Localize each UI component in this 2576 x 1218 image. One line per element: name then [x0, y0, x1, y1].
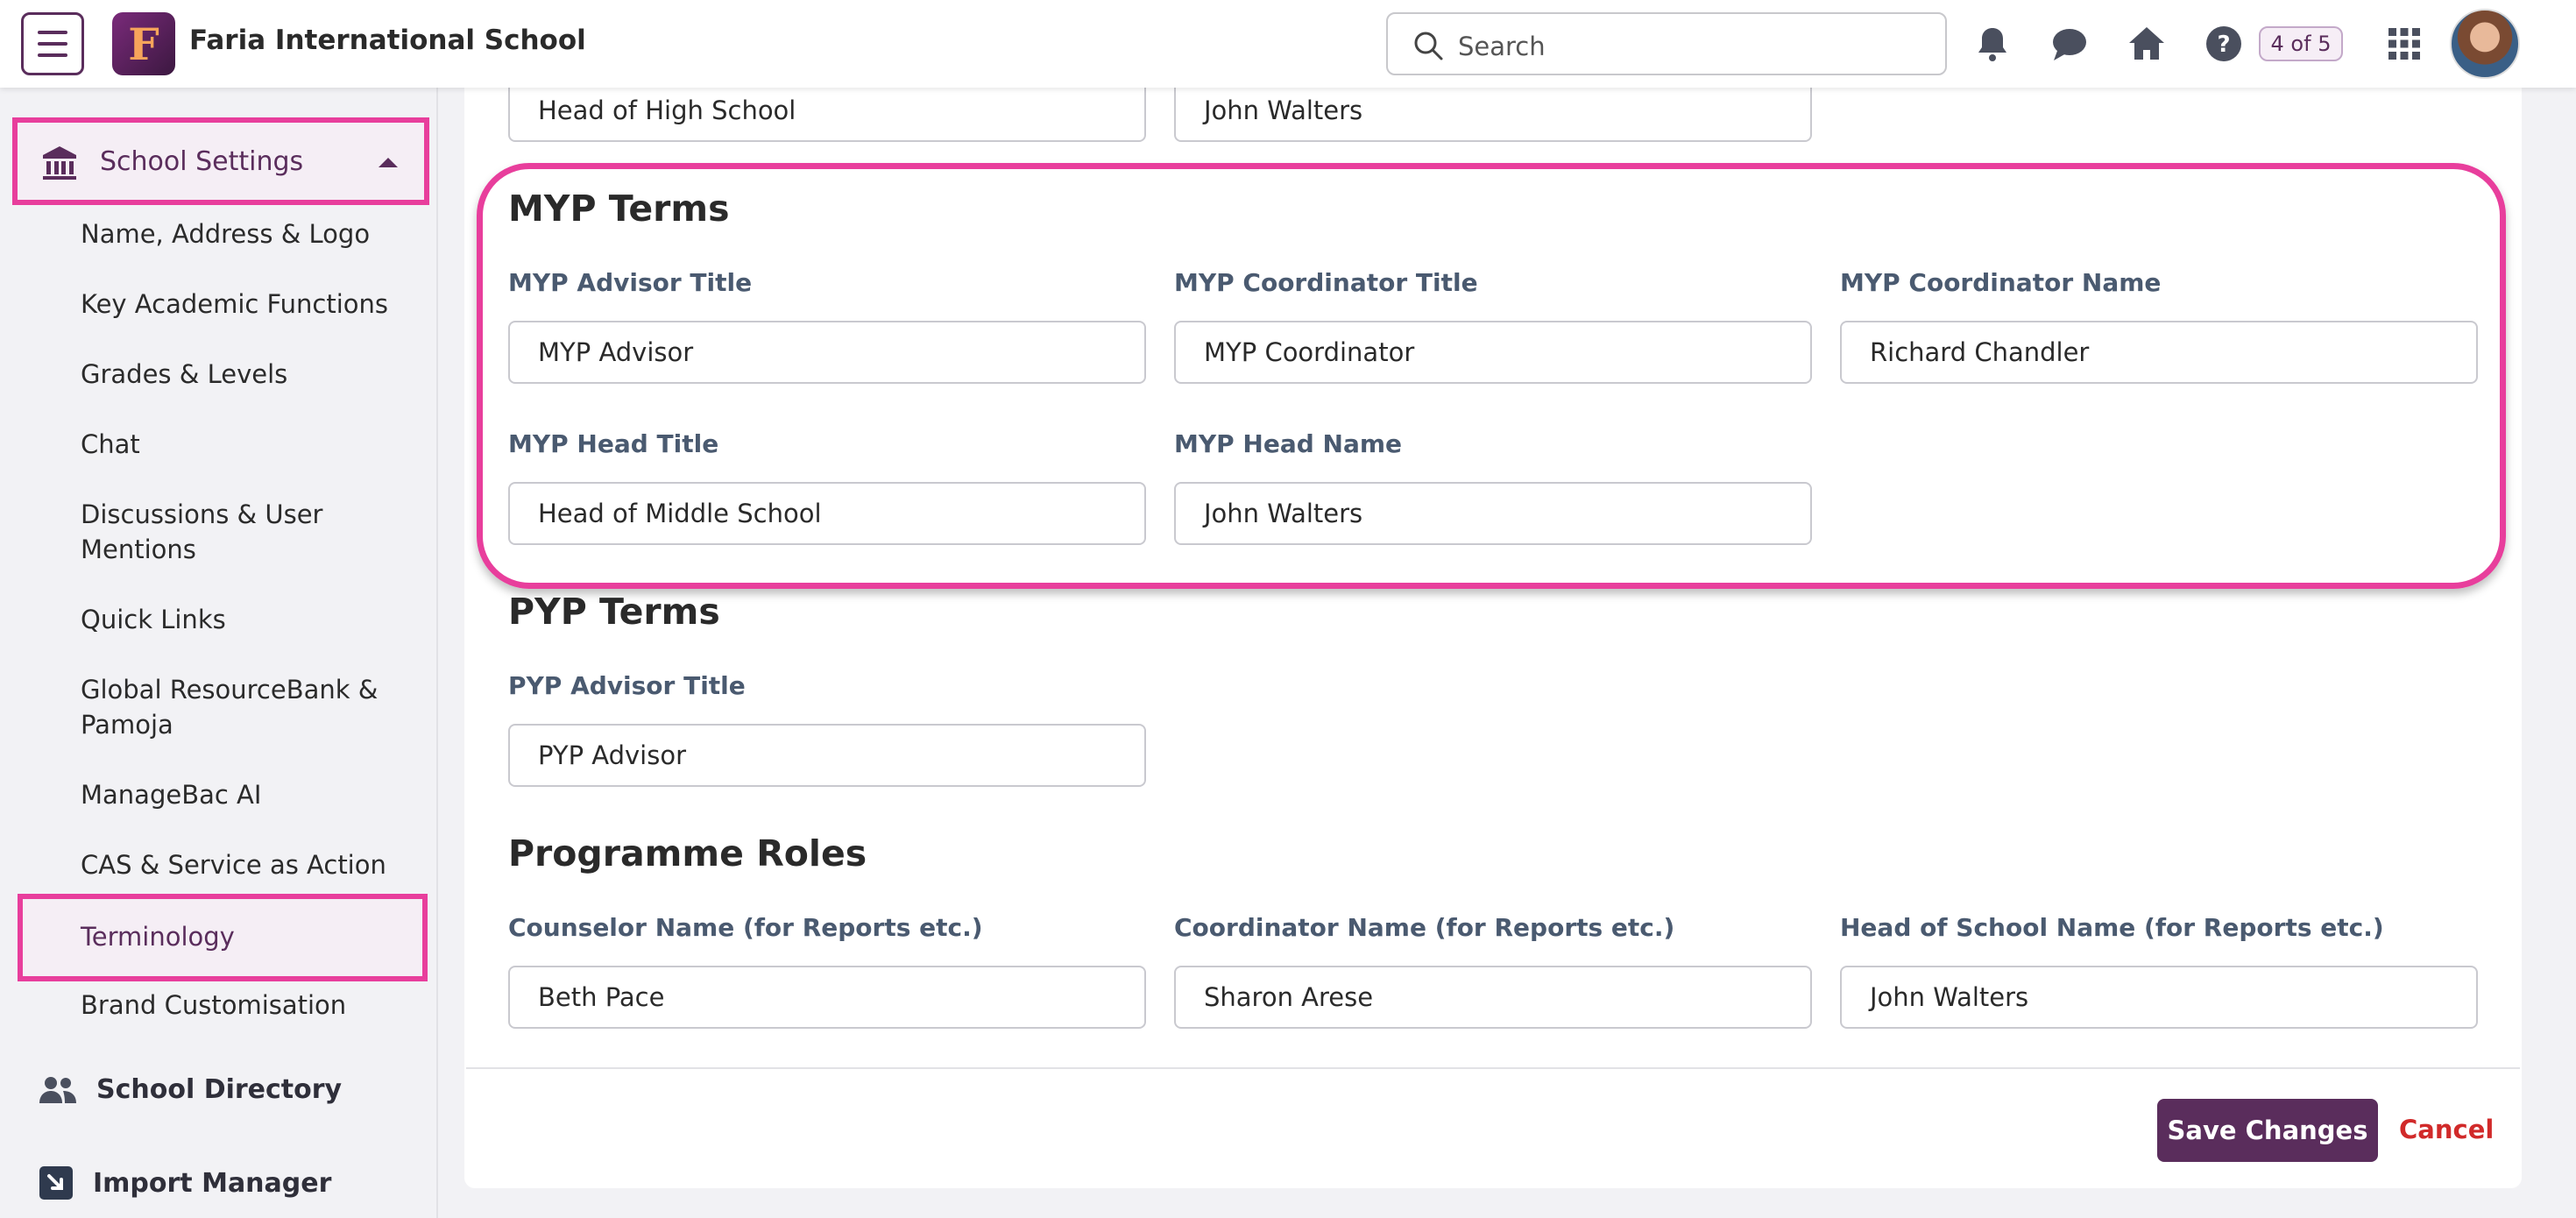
sidebar-section-school-directory[interactable]: School Directory [39, 1074, 342, 1105]
myp-head-title-label: MYP Head Title [508, 429, 719, 458]
sidebar-section-label: School Settings [100, 145, 304, 177]
sidebar-item-grades-levels[interactable]: Grades & Levels [81, 357, 414, 392]
user-avatar[interactable] [2450, 9, 2520, 79]
sidebar-item-managebac-ai[interactable]: ManageBac AI [81, 777, 414, 812]
hamburger-menu-button[interactable] [21, 12, 84, 75]
sidebar-item-name-address-logo[interactable]: Name, Address & Logo [81, 216, 414, 251]
myp-coordinator-name-label: MYP Coordinator Name [1840, 268, 2162, 297]
sidebar-section-label: Import Manager [93, 1167, 332, 1199]
svg-text:?: ? [2217, 32, 2230, 58]
sidebar-item-brand-customisation[interactable]: Brand Customisation [81, 988, 414, 1023]
myp-head-title-input[interactable]: Head of Middle School [508, 482, 1146, 545]
sidebar-item-terminology[interactable]: Terminology [18, 894, 428, 981]
chevron-up-icon [379, 158, 398, 167]
sidebar-section-label: School Directory [96, 1074, 343, 1105]
search-icon [1414, 32, 1443, 60]
people-icon [39, 1076, 76, 1103]
coordinator-name-input[interactable]: Sharon Arese [1174, 966, 1812, 1029]
pyp-advisor-title-input[interactable]: PYP Advisor [508, 724, 1146, 787]
save-changes-button[interactable]: Save Changes [2157, 1099, 2378, 1162]
sidebar-item-global-resourcebank[interactable]: Global ResourceBank & Pamoja [81, 672, 379, 742]
high-school-head-name-input[interactable]: John Walters [1174, 79, 1812, 142]
myp-terms-heading: MYP Terms [508, 188, 730, 230]
myp-head-name-label: MYP Head Name [1174, 429, 1403, 458]
high-school-head-title-input[interactable]: Head of High School [508, 79, 1146, 142]
sidebar-item-chat[interactable]: Chat [81, 427, 414, 462]
bell-icon[interactable] [1971, 23, 2013, 65]
sidebar-item-quick-links[interactable]: Quick Links [81, 602, 414, 637]
head-of-school-name-label: Head of School Name (for Reports etc.) [1840, 913, 2384, 942]
apps-grid-icon[interactable] [2383, 23, 2425, 65]
help-icon[interactable]: ? [2203, 23, 2245, 65]
myp-advisor-title-label: MYP Advisor Title [508, 268, 753, 297]
search-box[interactable]: Search [1386, 12, 1947, 75]
search-placeholder: Search [1458, 32, 1546, 61]
sidebar-item-key-academic-functions[interactable]: Key Academic Functions [81, 287, 414, 322]
head-of-school-name-input[interactable]: John Walters [1840, 966, 2478, 1029]
pyp-terms-heading: PYP Terms [508, 591, 720, 633]
coordinator-name-label: Coordinator Name (for Reports etc.) [1174, 913, 1675, 942]
sidebar: School Settings Name, Address & Logo Key… [0, 88, 438, 1218]
counselor-name-label: Counselor Name (for Reports etc.) [508, 913, 983, 942]
sidebar-item-cas[interactable]: CAS & Service as Action [81, 847, 414, 882]
chat-icon[interactable] [2049, 23, 2091, 65]
myp-advisor-title-input[interactable]: MYP Advisor [508, 321, 1146, 384]
menu-line [38, 42, 67, 46]
myp-head-name-input[interactable]: John Walters [1174, 482, 1812, 545]
school-logo[interactable]: F [112, 12, 175, 75]
programme-roles-heading: Programme Roles [508, 832, 867, 875]
menu-line [38, 31, 67, 34]
menu-line [38, 53, 67, 57]
footer-divider [466, 1067, 2520, 1069]
top-bar: F Faria International School Search ? 4 … [0, 0, 2576, 88]
myp-coordinator-title-input[interactable]: MYP Coordinator [1174, 321, 1812, 384]
cancel-link[interactable]: Cancel [2399, 1115, 2494, 1144]
pager-badge[interactable]: 4 of 5 [2259, 26, 2343, 61]
bank-icon [43, 146, 76, 180]
counselor-name-input[interactable]: Beth Pace [508, 966, 1146, 1029]
import-icon [39, 1166, 73, 1200]
home-icon[interactable] [2126, 23, 2168, 65]
myp-coordinator-name-input[interactable]: Richard Chandler [1840, 321, 2478, 384]
sidebar-section-import-manager[interactable]: Import Manager [39, 1165, 331, 1200]
myp-coordinator-title-label: MYP Coordinator Title [1174, 268, 1478, 297]
sidebar-section-school-settings[interactable]: School Settings [12, 117, 429, 205]
sidebar-item-label: Terminology [81, 922, 235, 952]
pyp-advisor-title-label: PYP Advisor Title [508, 671, 746, 700]
sidebar-item-discussions[interactable]: Discussions & User Mentions [81, 497, 361, 567]
school-name[interactable]: Faria International School [189, 25, 586, 56]
